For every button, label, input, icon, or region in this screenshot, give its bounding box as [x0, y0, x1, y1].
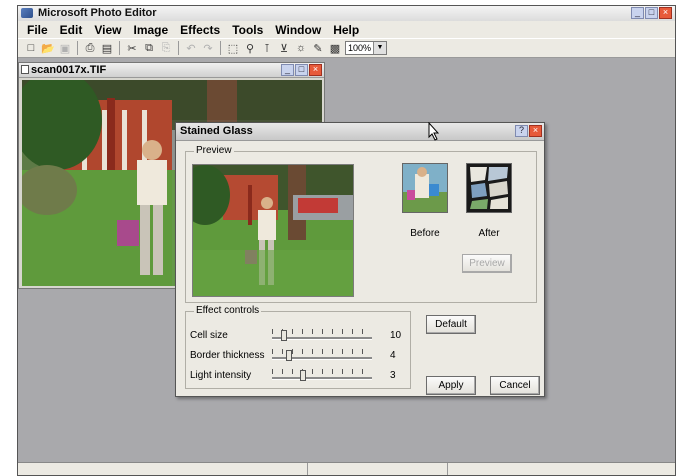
app-icon — [21, 8, 33, 18]
image-minimize-button[interactable]: _ — [281, 64, 294, 76]
apply-button[interactable]: Apply — [426, 376, 476, 395]
undo-icon[interactable]: ↶ — [184, 41, 198, 55]
zoom-icon[interactable]: ⚲ — [243, 41, 257, 55]
help-button[interactable]: ? — [515, 125, 528, 137]
cell-size-slider-thumb[interactable] — [281, 330, 288, 341]
print-icon[interactable]: ⎙ — [83, 41, 97, 55]
effect-controls-label: Effect controls — [194, 305, 262, 316]
cell-size-value: 10 — [390, 330, 402, 341]
status-pane — [308, 463, 449, 475]
crop-icon[interactable]: ⊻ — [277, 41, 291, 55]
menu-tools[interactable]: Tools — [226, 23, 269, 37]
light-intensity-label: Light intensity — [190, 370, 252, 381]
light-intensity-slider[interactable] — [272, 369, 372, 381]
dialog-close-button[interactable]: × — [529, 125, 542, 137]
light-intensity-value: 3 — [390, 370, 396, 381]
cell-size-slider[interactable] — [272, 329, 372, 341]
new-icon[interactable]: □ — [24, 41, 38, 55]
border-thickness-slider-thumb[interactable] — [286, 350, 293, 361]
paste-icon[interactable]: ⎘ — [159, 41, 173, 55]
dialog-controls: ? × — [515, 125, 542, 137]
border-thickness-slider[interactable] — [272, 349, 372, 361]
menu-window[interactable]: Window — [269, 23, 327, 37]
status-bar — [18, 462, 675, 475]
cut-icon[interactable]: ✂ — [125, 41, 139, 55]
border-thickness-value: 4 — [390, 350, 396, 361]
light-intensity-slider-thumb[interactable] — [300, 370, 307, 381]
zoom-select[interactable]: 100% ▼ — [345, 41, 387, 55]
status-pane — [18, 463, 308, 475]
app-title: Microsoft Photo Editor — [38, 7, 157, 19]
preview-button[interactable]: Preview — [462, 254, 512, 273]
copy-icon[interactable]: ⧉ — [142, 41, 156, 55]
menu-help[interactable]: Help — [327, 23, 365, 37]
redo-icon[interactable]: ↷ — [201, 41, 215, 55]
preview-image — [192, 164, 354, 297]
close-button[interactable]: × — [659, 7, 672, 19]
toolbar-separator — [220, 41, 221, 55]
image-window-title: scan0017x.TIF — [31, 64, 107, 76]
menu-file[interactable]: File — [21, 23, 54, 37]
before-label: Before — [410, 228, 440, 239]
image-window-controls: _ □ × — [281, 64, 322, 76]
status-pane — [448, 463, 675, 475]
default-button[interactable]: Default — [426, 315, 476, 334]
cell-size-label: Cell size — [190, 330, 228, 341]
photo-editor-window: Microsoft Photo Editor _ □ × File Edit V… — [17, 5, 676, 476]
menu-bar: File Edit View Image Effects Tools Windo… — [18, 21, 675, 38]
save-icon[interactable]: ▣ — [58, 41, 72, 55]
menu-edit[interactable]: Edit — [54, 23, 89, 37]
toolbar-separator — [77, 41, 78, 55]
image-maximize-button[interactable]: □ — [295, 64, 308, 76]
preview-group-label: Preview — [194, 145, 234, 156]
document-icon — [21, 65, 29, 74]
before-thumbnail[interactable] — [402, 163, 448, 213]
minimize-button[interactable]: _ — [631, 7, 644, 19]
after-label: After — [478, 228, 500, 239]
dialog-title: Stained Glass — [180, 125, 253, 137]
chevron-down-icon[interactable]: ▼ — [373, 42, 386, 54]
after-thumbnail[interactable] — [466, 163, 512, 213]
cancel-button[interactable]: Cancel — [490, 376, 540, 395]
toolbar-separator — [178, 41, 179, 55]
dialog-title-bar[interactable]: Stained Glass ? × — [176, 123, 544, 141]
image-window-title-bar[interactable]: scan0017x.TIF _ □ × — [19, 63, 324, 78]
window-controls: _ □ × — [631, 7, 672, 19]
border-thickness-label: Border thickness — [190, 350, 265, 361]
mouse-cursor-icon — [428, 122, 440, 141]
scan-icon[interactable]: ▤ — [100, 41, 114, 55]
menu-image[interactable]: Image — [127, 23, 174, 37]
menu-effects[interactable]: Effects — [174, 23, 226, 37]
smart-select-icon[interactable]: ⊺ — [260, 41, 274, 55]
maximize-button[interactable]: □ — [645, 7, 658, 19]
image-close-button[interactable]: × — [309, 64, 322, 76]
open-icon[interactable]: 📂 — [41, 41, 55, 55]
toolbar: □ 📂 ▣ ⎙ ▤ ✂ ⧉ ⎘ ↶ ↷ ⬚ ⚲ ⊺ ⊻ ☼ ✎ ▩ 100% ▼ — [18, 38, 675, 58]
edit-icon[interactable]: ▩ — [328, 41, 342, 55]
select-icon[interactable]: ⬚ — [226, 41, 240, 55]
title-bar[interactable]: Microsoft Photo Editor _ □ × — [18, 6, 675, 22]
effects-icon[interactable]: ☼ — [294, 41, 308, 55]
pen-icon[interactable]: ✎ — [311, 41, 325, 55]
menu-view[interactable]: View — [88, 23, 127, 37]
toolbar-separator — [119, 41, 120, 55]
zoom-value: 100% — [348, 43, 372, 53]
stained-glass-dialog: Stained Glass ? × Preview Before After P… — [175, 122, 545, 397]
